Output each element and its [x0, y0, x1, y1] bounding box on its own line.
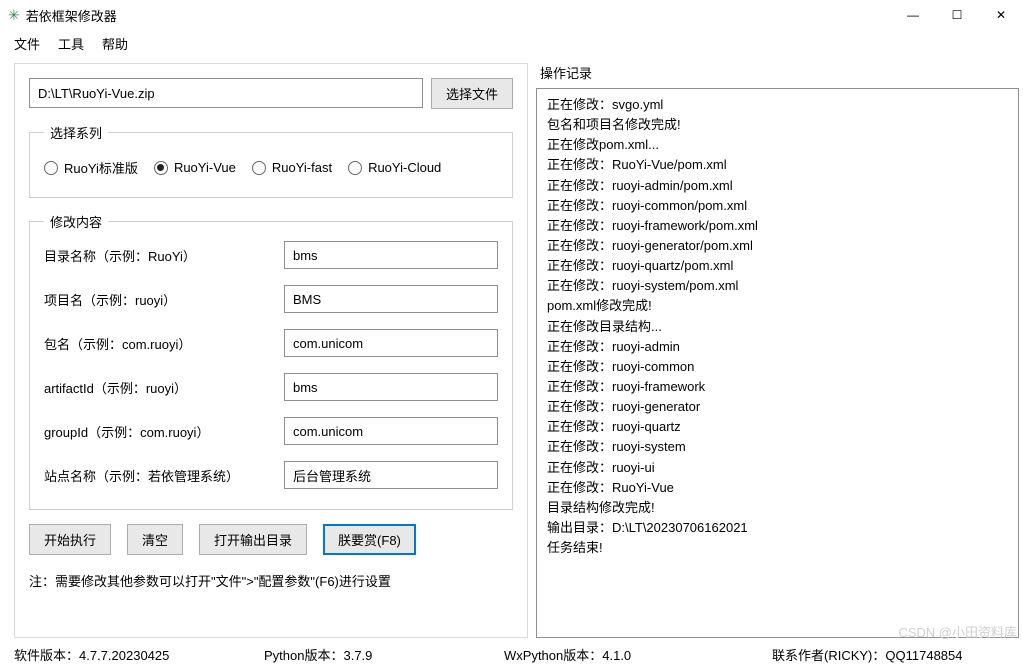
- modify-fieldset: 修改内容 目录名称（示例：RuoYi） 项目名（示例：ruoyi） 包名（示例：…: [29, 212, 513, 510]
- label-artifactid: artifactId（示例：ruoyi）: [44, 378, 284, 397]
- left-panel: 选择文件 选择系列 RuoYi标准版 RuoYi-Vue RuoYi-fast: [14, 63, 528, 638]
- close-button[interactable]: ✕: [979, 0, 1023, 30]
- titlebar: ✳ 若依框架修改器 — ☐ ✕: [0, 0, 1023, 30]
- status-wxversion: WxPython版本：4.1.0: [504, 645, 772, 664]
- menubar: 文件 工具 帮助: [0, 30, 1023, 61]
- label-pkgname: 包名（示例：com.ruoyi）: [44, 334, 284, 353]
- log-output[interactable]: 正在修改：svgo.yml 包名和项目名修改完成! 正在修改pom.xml...…: [536, 88, 1019, 638]
- status-softversion: 软件版本：4.7.7.20230425: [14, 645, 264, 664]
- start-button[interactable]: 开始执行: [29, 524, 111, 555]
- modify-legend: 修改内容: [44, 212, 108, 231]
- action-row: 开始执行 清空 打开输出目录 朕要赏(F8): [29, 524, 513, 555]
- label-dirname: 目录名称（示例：RuoYi）: [44, 246, 284, 265]
- app-icon: ✳: [8, 7, 20, 24]
- radio-label: RuoYi-fast: [272, 160, 332, 175]
- input-sitename[interactable]: [284, 461, 498, 489]
- row-artifactid: artifactId（示例：ruoyi）: [44, 373, 498, 401]
- row-projname: 项目名（示例：ruoyi）: [44, 285, 498, 313]
- filepath-input[interactable]: [29, 78, 423, 108]
- log-title: 操作记录: [540, 63, 1019, 82]
- radio-ruoyi-vue[interactable]: RuoYi-Vue: [154, 158, 236, 177]
- choose-file-button[interactable]: 选择文件: [431, 78, 513, 109]
- radio-label: RuoYi-Cloud: [368, 160, 441, 175]
- radio-icon: [252, 161, 266, 175]
- label-groupid: groupId（示例：com.ruoyi）: [44, 422, 284, 441]
- radio-icon: [348, 161, 362, 175]
- series-fieldset: 选择系列 RuoYi标准版 RuoYi-Vue RuoYi-fast RuoYi…: [29, 123, 513, 198]
- titlebar-left: ✳ 若依框架修改器: [8, 6, 117, 25]
- label-projname: 项目名（示例：ruoyi）: [44, 290, 284, 309]
- input-dirname[interactable]: [284, 241, 498, 269]
- app-title: 若依框架修改器: [26, 6, 117, 25]
- row-dirname: 目录名称（示例：RuoYi）: [44, 241, 498, 269]
- input-pkgname[interactable]: [284, 329, 498, 357]
- menu-help[interactable]: 帮助: [102, 34, 128, 53]
- radio-ruoyi-cloud[interactable]: RuoYi-Cloud: [348, 158, 441, 177]
- right-panel: 操作记录 正在修改：svgo.yml 包名和项目名修改完成! 正在修改pom.x…: [536, 63, 1019, 638]
- input-artifactid[interactable]: [284, 373, 498, 401]
- note-text: 注：需要修改其他参数可以打开"文件">"配置参数"(F6)进行设置: [29, 571, 513, 590]
- file-row: 选择文件: [29, 78, 513, 109]
- content: 选择文件 选择系列 RuoYi标准版 RuoYi-Vue RuoYi-fast: [0, 61, 1023, 638]
- input-groupid[interactable]: [284, 417, 498, 445]
- statusbar: 软件版本：4.7.7.20230425 Python版本：3.7.9 WxPyt…: [0, 641, 1023, 667]
- menu-tools[interactable]: 工具: [58, 34, 84, 53]
- donate-button[interactable]: 朕要赏(F8): [323, 524, 416, 555]
- radio-icon: [154, 161, 168, 175]
- maximize-button[interactable]: ☐: [935, 0, 979, 30]
- status-pyversion: Python版本：3.7.9: [264, 645, 504, 664]
- menu-file[interactable]: 文件: [14, 34, 40, 53]
- radio-label: RuoYi-Vue: [174, 160, 236, 175]
- radio-ruoyi-standard[interactable]: RuoYi标准版: [44, 158, 138, 177]
- minimize-button[interactable]: —: [891, 0, 935, 30]
- series-radio-row: RuoYi标准版 RuoYi-Vue RuoYi-fast RuoYi-Clou…: [44, 152, 498, 183]
- openout-button[interactable]: 打开输出目录: [199, 524, 307, 555]
- row-groupid: groupId（示例：com.ruoyi）: [44, 417, 498, 445]
- series-legend: 选择系列: [44, 123, 108, 142]
- window-controls: — ☐ ✕: [891, 0, 1023, 30]
- radio-icon: [44, 161, 58, 175]
- label-sitename: 站点名称（示例：若依管理系统）: [44, 466, 284, 485]
- row-pkgname: 包名（示例：com.ruoyi）: [44, 329, 498, 357]
- row-sitename: 站点名称（示例：若依管理系统）: [44, 461, 498, 489]
- status-contact: 联系作者(RICKY)：QQ11748854: [772, 645, 963, 664]
- radio-label: RuoYi标准版: [64, 158, 138, 177]
- input-projname[interactable]: [284, 285, 498, 313]
- radio-ruoyi-fast[interactable]: RuoYi-fast: [252, 158, 332, 177]
- clear-button[interactable]: 清空: [127, 524, 183, 555]
